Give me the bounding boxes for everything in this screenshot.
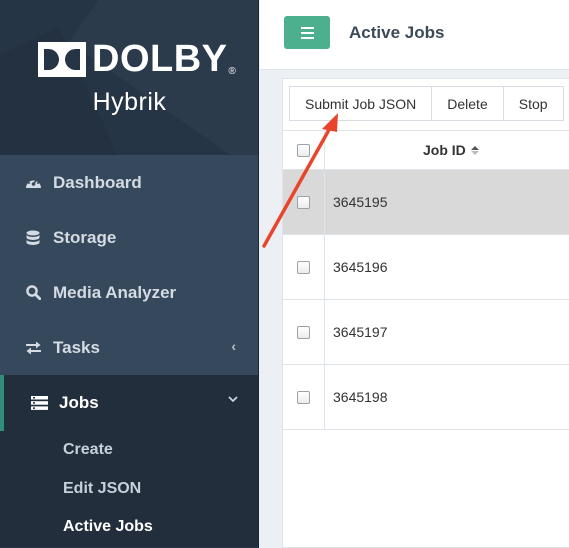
sidebar-item-media-analyzer[interactable]: Media Analyzer	[0, 265, 258, 320]
stop-button[interactable]: Stop	[502, 86, 564, 121]
submenu-item-active-jobs[interactable]: Active Jobs	[0, 508, 258, 547]
sidebar-item-label: Media Analyzer	[53, 282, 177, 302]
submenu-item-create[interactable]: Create	[0, 431, 258, 470]
submit-job-json-button[interactable]: Submit Job JSON	[289, 86, 433, 121]
row-checkbox[interactable]	[297, 195, 310, 209]
database-icon	[24, 229, 42, 247]
sidebar-item-label: Tasks	[53, 337, 100, 357]
search-icon	[24, 284, 42, 302]
dolby-double-d-icon	[38, 42, 86, 77]
sidebar-item-jobs[interactable]: Jobs	[0, 375, 258, 431]
exchange-icon	[24, 339, 42, 357]
job-id-cell: 3645196	[333, 259, 388, 275]
table-row[interactable]: 3645198	[283, 365, 569, 430]
brand-header: DOLBY ® Hybrik	[0, 0, 258, 155]
row-checkbox[interactable]	[297, 390, 310, 404]
table-row[interactable]: 3645195	[283, 170, 569, 235]
jobs-submenu: Create Edit JSON Active Jobs	[0, 431, 258, 547]
top-bar: Active Jobs	[260, 0, 569, 70]
sidebar-item-label: Dashboard	[53, 172, 142, 192]
table-row[interactable]: 3645196	[283, 235, 569, 300]
table-row[interactable]: 3645197	[283, 300, 569, 365]
job-id-cell: 3645197	[333, 324, 388, 340]
sidebar-item-dashboard[interactable]: Dashboard	[0, 155, 258, 210]
dolby-logo: DOLBY ®	[38, 38, 236, 80]
sidebar-nav: Dashboard Storage Media Analyzer Tasks ‹	[0, 155, 258, 431]
hamburger-icon	[300, 26, 314, 29]
select-all-checkbox[interactable]	[297, 143, 310, 157]
sidebar-item-label: Storage	[53, 227, 117, 247]
sidebar-item-label: Jobs	[59, 393, 99, 412]
submenu-item-edit-json[interactable]: Edit JSON	[0, 470, 258, 509]
job-id-cell: 3645198	[333, 389, 388, 405]
sort-icon	[470, 145, 479, 155]
jobs-toolbar: Submit Job JSON Delete Stop	[289, 86, 564, 121]
delete-button[interactable]: Delete	[431, 86, 504, 121]
menu-toggle-button[interactable]	[284, 16, 330, 49]
jobs-panel: Submit Job JSON Delete Stop Job ID 36451…	[282, 78, 569, 548]
jobs-table: Job ID 3645195 3645196 3645197 3645198	[283, 130, 569, 430]
logo-text: DOLBY	[92, 38, 228, 80]
product-name: Hybrik	[92, 88, 167, 116]
column-header-job-id[interactable]: Job ID	[325, 131, 569, 169]
page-title: Active Jobs	[349, 23, 445, 42]
dashboard-icon	[24, 174, 42, 192]
chevron-left-icon: ‹	[231, 338, 236, 354]
row-checkbox[interactable]	[297, 260, 310, 274]
list-icon	[30, 394, 48, 412]
row-checkbox[interactable]	[297, 325, 310, 339]
sidebar-item-tasks[interactable]: Tasks ‹	[0, 320, 258, 375]
chevron-down-icon	[228, 390, 238, 406]
sidebar: DOLBY ® Hybrik Dashboard Storage Media A…	[0, 0, 259, 548]
sidebar-item-storage[interactable]: Storage	[0, 210, 258, 265]
table-header: Job ID	[283, 130, 569, 170]
job-id-cell: 3645195	[333, 194, 388, 210]
